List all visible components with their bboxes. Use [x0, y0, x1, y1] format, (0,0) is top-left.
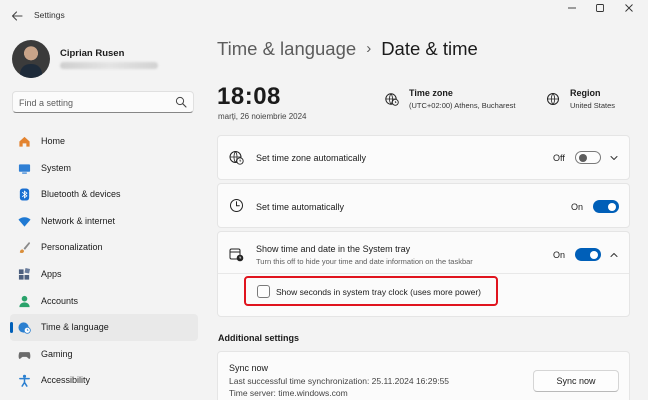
sidebar-item-label: Network & internet [41, 215, 116, 226]
user-email-blurred [60, 62, 158, 69]
sidebar-item-label: Accounts [41, 295, 79, 306]
sidebar-item-bluetooth-devices[interactable]: Bluetooth & devices [10, 181, 198, 208]
sidebar-item-label: Accessibility [41, 375, 91, 386]
sidebar-item-label: Gaming [41, 348, 73, 359]
gaming-icon [18, 351, 31, 359]
toggle-knob [590, 250, 598, 259]
globe-icon [547, 93, 559, 105]
home-icon [19, 136, 30, 147]
sidebar-item-label: Time & language [41, 322, 109, 333]
current-time: 18:08 [217, 83, 281, 110]
divider [218, 273, 629, 274]
arrow-left-icon [11, 11, 23, 21]
search-input[interactable] [19, 95, 169, 110]
chevron-down-icon[interactable] [609, 153, 619, 163]
back-button[interactable] [8, 7, 26, 25]
system-tray-state: On [553, 250, 566, 260]
sidebar-item-home[interactable]: Home [10, 128, 198, 155]
app-title: Settings [34, 10, 65, 20]
system-tray-description: Turn this off to hide your time and date… [256, 257, 473, 266]
region-value: United States [570, 101, 616, 110]
sync-title: Sync now [229, 363, 269, 373]
bluetooth-icon [19, 188, 30, 201]
sidebar-item-system[interactable]: System [10, 155, 198, 182]
maximize-button[interactable] [587, 3, 613, 17]
minimize-button[interactable] [559, 3, 585, 17]
sidebar-item-network-internet[interactable]: Network & internet [10, 208, 198, 235]
setting-card-auto-timezone: Set time zone automatically Off [217, 135, 630, 180]
sync-now-card: Sync now Last successful time synchroniz… [217, 351, 630, 400]
breadcrumb: Time & language › Date & time [217, 38, 478, 60]
breadcrumb-parent[interactable]: Time & language [217, 38, 356, 59]
auto-timezone-toggle[interactable] [575, 151, 601, 164]
system-tray-label: Show time and date in the System tray [256, 244, 411, 254]
page-title: Date & time [381, 38, 478, 59]
globe-clock-icon [229, 151, 244, 165]
breadcrumb-separator: › [366, 40, 372, 57]
search-box[interactable] [12, 91, 194, 113]
chevron-up-icon[interactable] [609, 250, 619, 260]
avatar [12, 40, 50, 78]
system-tray-toggle[interactable] [575, 248, 601, 261]
sidebar-item-label: Home [41, 136, 66, 146]
paintbrush-icon [19, 242, 31, 254]
accessibility-icon [19, 375, 30, 388]
additional-settings-heading: Additional settings [218, 333, 299, 343]
clock-icon [230, 199, 243, 212]
sync-now-button[interactable]: Sync now [533, 370, 619, 392]
accounts-icon [19, 295, 30, 307]
auto-time-toggle[interactable] [593, 200, 619, 213]
toggle-knob [578, 153, 587, 162]
close-button[interactable] [616, 3, 642, 17]
time-zone-value: (UTC+02:00) Athens, Bucharest [409, 101, 516, 110]
system-icon [18, 163, 31, 174]
current-date: marți, 26 noiembrie 2024 [218, 112, 307, 121]
sidebar-item-label: Apps [41, 268, 62, 279]
setting-card-auto-time: Set time automatically On [217, 183, 630, 228]
highlight-box [244, 276, 498, 306]
sidebar-nav: Home System Bluetooth & devices Network … [10, 128, 198, 394]
globe-clock-icon [385, 93, 399, 106]
auto-timezone-state: Off [553, 153, 565, 163]
close-icon [625, 4, 633, 12]
wifi-icon [18, 217, 31, 227]
apps-icon [18, 268, 31, 280]
maximize-icon [596, 4, 604, 12]
auto-time-label: Set time automatically [256, 202, 345, 212]
time-zone-title: Time zone [409, 88, 453, 98]
sidebar-item-label: System [41, 162, 72, 173]
sidebar-item-accounts[interactable]: Accounts [10, 288, 198, 315]
sidebar-item-time-language[interactable]: Time & language [10, 314, 198, 341]
setting-card-system-tray: Show time and date in the System tray Tu… [217, 231, 630, 317]
title-bar: Settings [0, 0, 648, 32]
sidebar-item-personalization[interactable]: Personalization [10, 234, 198, 261]
time-server-text: Time server: time.windows.com [229, 388, 348, 398]
sidebar-item-accessibility[interactable]: Accessibility [10, 367, 198, 394]
sidebar-item-label: Bluetooth & devices [41, 189, 121, 200]
last-sync-text: Last successful time synchronization: 25… [229, 376, 450, 386]
sidebar-item-label: Personalization [41, 242, 103, 253]
region-title: Region [570, 88, 601, 98]
globe-clock-icon [18, 322, 31, 334]
search-icon [175, 96, 187, 108]
auto-timezone-label: Set time zone automatically [256, 153, 367, 163]
auto-time-state: On [571, 202, 584, 212]
calendar-clock-icon [229, 248, 244, 262]
sidebar-item-apps[interactable]: Apps [10, 261, 198, 288]
sidebar-item-gaming[interactable]: Gaming [10, 341, 198, 368]
minimize-icon [568, 7, 576, 9]
toggle-knob [608, 202, 616, 211]
user-name: Ciprian Rusen [60, 48, 125, 59]
